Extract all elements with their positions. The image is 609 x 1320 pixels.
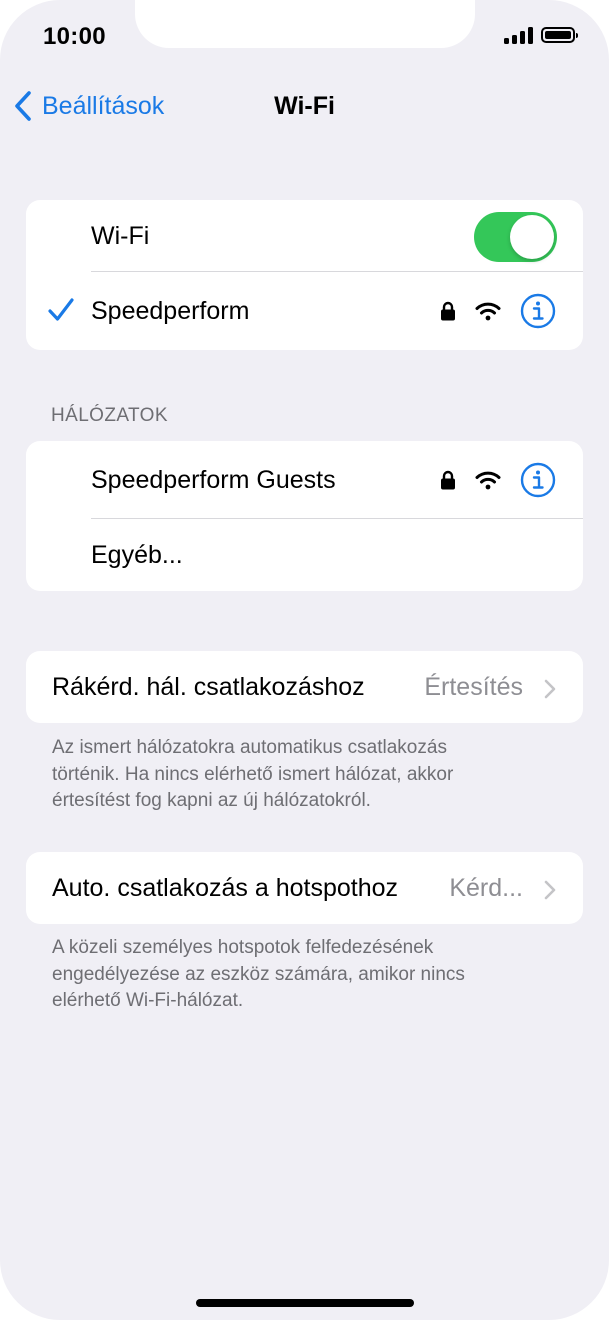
network-icons — [440, 441, 556, 519]
phone-screen: 10:00 Beállítások Wi-Fi Wi-Fi Speedperfo… — [0, 0, 609, 1320]
auto-join-hotspot-value: Kérd... — [449, 873, 523, 902]
lock-icon — [441, 470, 455, 490]
lock-icon — [441, 301, 455, 321]
wifi-toggle[interactable] — [474, 212, 557, 262]
info-icon[interactable] — [520, 293, 556, 329]
wifi-toggle-label: Wi-Fi — [91, 221, 150, 250]
footnote-line: elérhető Wi-Fi-hálózat. — [52, 990, 244, 1011]
footnote-line: A közeli személyes hotspotok felfedezésé… — [52, 937, 434, 958]
auto-join-hotspot-group: Auto. csatlakozás a hotspothoz Kérd... — [26, 852, 583, 924]
status-time: 10:00 — [43, 23, 106, 50]
auto-join-hotspot-footnote: A közeli személyes hotspotok felfedezésé… — [52, 935, 552, 1015]
ask-to-join-row[interactable]: Rákérd. hál. csatlakozáshoz Értesítés — [26, 651, 583, 723]
wifi-signal-icon — [475, 471, 501, 490]
checkmark-icon — [48, 298, 74, 321]
connected-network-row[interactable]: Speedperform — [26, 272, 583, 350]
toggle-knob — [510, 215, 554, 259]
wifi-toggle-row: Wi-Fi — [26, 200, 583, 272]
connected-network-name: Speedperform — [91, 296, 250, 325]
ask-to-join-value: Értesítés — [424, 672, 523, 701]
chevron-right-icon — [544, 880, 556, 900]
ask-to-join-footnote: Az ismert hálózatokra automatikus csatla… — [52, 735, 552, 815]
battery-icon — [541, 27, 578, 43]
networks-section-header: HÁLÓZATOK — [51, 405, 168, 426]
info-icon[interactable] — [520, 462, 556, 498]
cellular-signal-icon — [504, 26, 533, 44]
wifi-signal-icon — [475, 302, 501, 321]
page-title: Wi-Fi — [274, 92, 335, 120]
other-network-row[interactable]: Egyéb... — [26, 519, 583, 591]
other-network-label: Egyéb... — [91, 540, 183, 569]
home-indicator[interactable] — [196, 1299, 414, 1307]
network-name: Speedperform Guests — [91, 465, 336, 494]
wifi-group: Wi-Fi Speedperform — [26, 200, 583, 350]
networks-group: Speedperform Guests Egyéb... — [26, 441, 583, 591]
footnote-line: engedélyezése az eszköz számára, amikor … — [52, 963, 465, 985]
footnote-line: Az ismert hálózatokra automatikus csatla… — [52, 737, 447, 758]
network-icons — [440, 272, 556, 350]
auto-join-hotspot-row[interactable]: Auto. csatlakozás a hotspothoz Kérd... — [26, 852, 583, 924]
network-row[interactable]: Speedperform Guests — [26, 441, 583, 519]
status-icons — [504, 26, 578, 44]
footnote-line: értesítést fog kapni az új hálózatokról. — [52, 790, 371, 811]
ask-to-join-label: Rákérd. hál. csatlakozáshoz — [52, 672, 365, 701]
ask-to-join-group: Rákérd. hál. csatlakozáshoz Értesítés — [26, 651, 583, 723]
notch — [135, 0, 475, 48]
footnote-line: történik. Ha nincs elérhető ismert hálóz… — [52, 763, 454, 785]
chevron-right-icon — [544, 679, 556, 699]
auto-join-hotspot-label: Auto. csatlakozás a hotspothoz — [52, 873, 399, 902]
